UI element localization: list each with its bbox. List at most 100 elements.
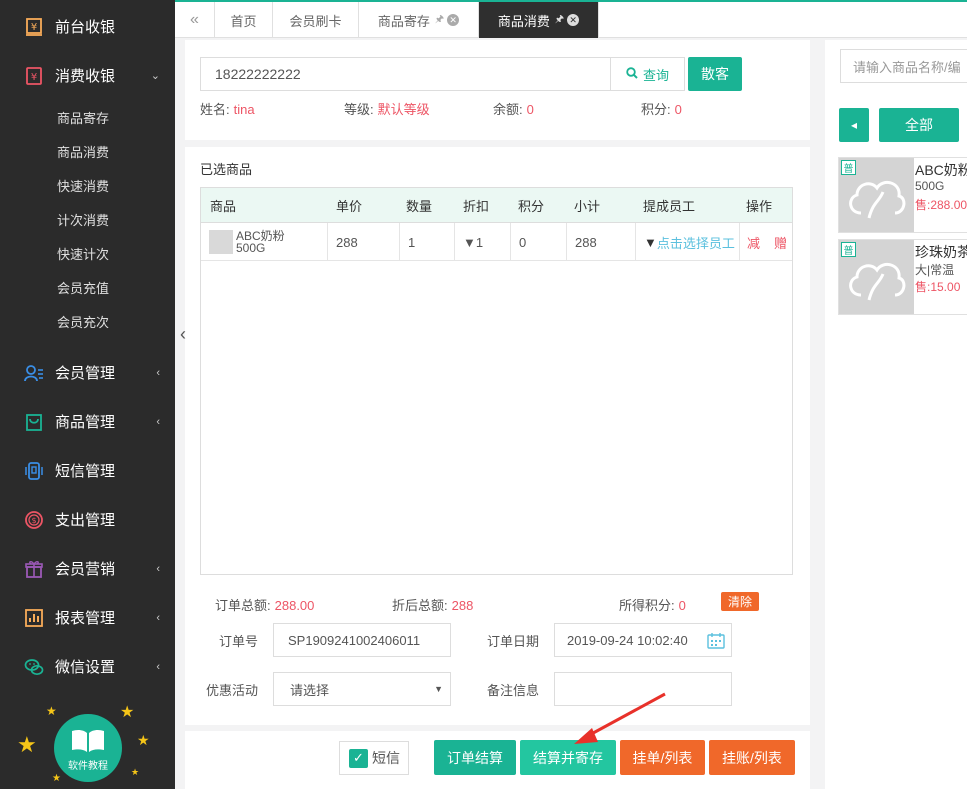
chevron-left-icon: ‹ — [156, 660, 160, 673]
promo-label: 优惠活动 — [206, 683, 259, 698]
tutorial-label: 软件教程 — [68, 761, 108, 772]
star-icon: ★ — [131, 767, 140, 777]
column-header: 单价 — [336, 199, 363, 214]
column-header: 折扣 — [463, 199, 490, 214]
nav-item-expense-management[interactable]: $ 支出管理 — [0, 495, 175, 544]
points-cell[interactable]: 0 — [511, 223, 567, 261]
nav-label: 短信管理 — [55, 463, 116, 480]
table-row: ABC奶粉 500G 288 1 ▼1 0 288 ▼ 点击选择员工 减 赠 — [201, 223, 792, 261]
table-header: 商品 单价 数量 折扣 积分 小计 提成员工 操作 — [201, 188, 792, 223]
reduce-link[interactable]: 减 — [747, 233, 760, 252]
pin-icon[interactable]: 🖈 — [555, 12, 564, 29]
product-badge: 普 — [841, 242, 856, 257]
action-cell: 减 赠 — [740, 223, 792, 261]
price-cell[interactable]: 288 — [328, 223, 400, 261]
order-no-field[interactable]: SP1909241002406011 — [273, 623, 451, 657]
remark-label: 备注信息 — [487, 683, 540, 698]
star-icon: ★ — [52, 773, 61, 784]
svg-text:¥: ¥ — [31, 22, 37, 33]
order-date-field[interactable]: 2019-09-24 10:02:40 — [554, 623, 732, 657]
nav-item-member-management[interactable]: 会员管理 ‹ — [0, 348, 175, 397]
product-cell: ABC奶粉 500G — [201, 223, 328, 261]
book-icon — [70, 728, 106, 754]
column-header: 积分 — [518, 199, 545, 214]
earned-points: 所得积分: 0 — [619, 598, 686, 613]
clear-button[interactable]: 清除 — [721, 592, 759, 611]
tab-home[interactable]: 首页 — [215, 2, 273, 38]
staff-cell[interactable]: ▼ 点击选择员工 — [636, 223, 740, 261]
sidebar: ¥ 前台收银 ¥ 消费收银 ⌄ 商品寄存 商品消费 快速消费 计次消费 快速计次… — [0, 0, 175, 789]
category-prev-button[interactable]: ◂ — [839, 108, 869, 142]
nav-label: 消费收银 — [55, 68, 116, 85]
calendar-icon[interactable] — [707, 632, 725, 652]
search-icon — [626, 66, 638, 82]
sub-item-member-recharge-count[interactable]: 会员充次 — [0, 304, 175, 338]
nav-label: 报表管理 — [55, 610, 116, 627]
member-level: 等级: 默认等级 — [344, 102, 430, 117]
selected-goods-table: 商品 单价 数量 折扣 积分 小计 提成员工 操作 ABC奶粉 500G 288 … — [200, 187, 793, 575]
nav-item-sms-management[interactable]: 短信管理 — [0, 446, 175, 495]
sub-item-quick-consume[interactable]: 快速消费 — [0, 168, 175, 202]
chevron-left-icon: ‹ — [156, 611, 160, 624]
product-name: ABC奶粉 — [915, 162, 967, 178]
sub-item-goods-storage[interactable]: 商品寄存 — [0, 100, 175, 134]
gift-link[interactable]: 赠 — [774, 233, 787, 252]
nav-item-front-cashier[interactable]: ¥ 前台收银 — [0, 2, 175, 51]
order-no-label: 订单号 — [219, 634, 259, 649]
nav-label: 商品管理 — [55, 414, 116, 431]
product-spec: 500G — [915, 179, 945, 193]
nav-label: 会员营销 — [55, 561, 116, 578]
close-icon[interactable]: ✕ — [567, 14, 580, 26]
tab-goods-consume[interactable]: 商品消费 🖈 ✕ — [479, 2, 599, 38]
product-card[interactable]: 普 珍珠奶茶 大|常温 售:15.00 — [838, 239, 967, 315]
qty-cell[interactable]: 1 — [400, 223, 455, 261]
nav-label: 前台收银 — [55, 19, 116, 36]
nav-item-report-management[interactable]: 报表管理 ‹ — [0, 593, 175, 642]
selected-goods-title: 已选商品 — [200, 162, 253, 177]
category-all-button[interactable]: 全部 — [879, 108, 959, 142]
report-icon — [24, 608, 44, 628]
query-button[interactable]: 查询 — [610, 57, 685, 91]
sub-item-count-consume[interactable]: 计次消费 — [0, 202, 175, 236]
discount-cell[interactable]: ▼1 — [455, 223, 511, 261]
sms-checkbox[interactable]: ✓ 短信 — [339, 741, 409, 775]
settle-button[interactable]: 订单结算 — [434, 740, 516, 775]
sub-item-goods-consume[interactable]: 商品消费 — [0, 134, 175, 168]
guest-button[interactable]: 散客 — [688, 57, 742, 91]
star-icon: ★ — [137, 732, 150, 748]
member-search-input[interactable]: 18222222222 — [200, 57, 611, 91]
star-icon: ★ — [120, 704, 135, 721]
tab-member-card[interactable]: 会员刷卡 — [273, 2, 359, 38]
nav-item-wechat-settings[interactable]: 微信设置 ‹ — [0, 642, 175, 691]
close-icon[interactable]: ✕ — [447, 14, 460, 26]
goods-search-input[interactable]: 请输入商品名称/编 — [840, 49, 967, 83]
credit-list-button[interactable]: 挂账/列表 — [709, 740, 795, 775]
collapse-arrow-icon[interactable]: ‹ — [180, 324, 186, 345]
chevron-left-icon: ‹ — [156, 562, 160, 575]
tab-goods-storage[interactable]: 商品寄存 🖈 ✕ — [359, 2, 479, 38]
coin-icon: $ — [24, 510, 44, 530]
nav-label: 微信设置 — [55, 659, 116, 676]
nav-label: 会员管理 — [55, 365, 116, 382]
nav-item-goods-management[interactable]: 商品管理 ‹ — [0, 397, 175, 446]
promo-select[interactable]: 请选择 ▼ — [273, 672, 451, 706]
discount-total: 折后总额: 288 — [392, 598, 474, 613]
order-date-label: 订单日期 — [487, 634, 540, 649]
star-icon: ★ — [46, 704, 57, 718]
column-header: 小计 — [574, 199, 601, 214]
nav-label: 支出管理 — [55, 512, 116, 529]
tutorial-button[interactable]: 软件教程 — [54, 714, 122, 782]
pin-icon[interactable]: 🖈 — [435, 12, 444, 29]
chevron-down-icon: ⌄ — [150, 70, 160, 82]
subtotal-cell[interactable]: 288 — [567, 223, 636, 261]
yuan-card-icon: ¥ — [24, 66, 44, 86]
product-price: 售:15.00 — [915, 280, 961, 294]
wechat-icon — [24, 657, 44, 677]
product-card[interactable]: 普 ABC奶粉 500G 售:288.00 — [838, 157, 967, 233]
sub-item-member-recharge[interactable]: 会员充值 — [0, 270, 175, 304]
tab-scroll-left-button[interactable]: « — [175, 2, 215, 38]
column-header: 商品 — [210, 199, 237, 214]
sub-item-quick-count[interactable]: 快速计次 — [0, 236, 175, 270]
nav-item-member-marketing[interactable]: 会员营销 ‹ — [0, 544, 175, 593]
nav-item-consume-cashier[interactable]: ¥ 消费收银 ⌄ — [0, 51, 175, 100]
